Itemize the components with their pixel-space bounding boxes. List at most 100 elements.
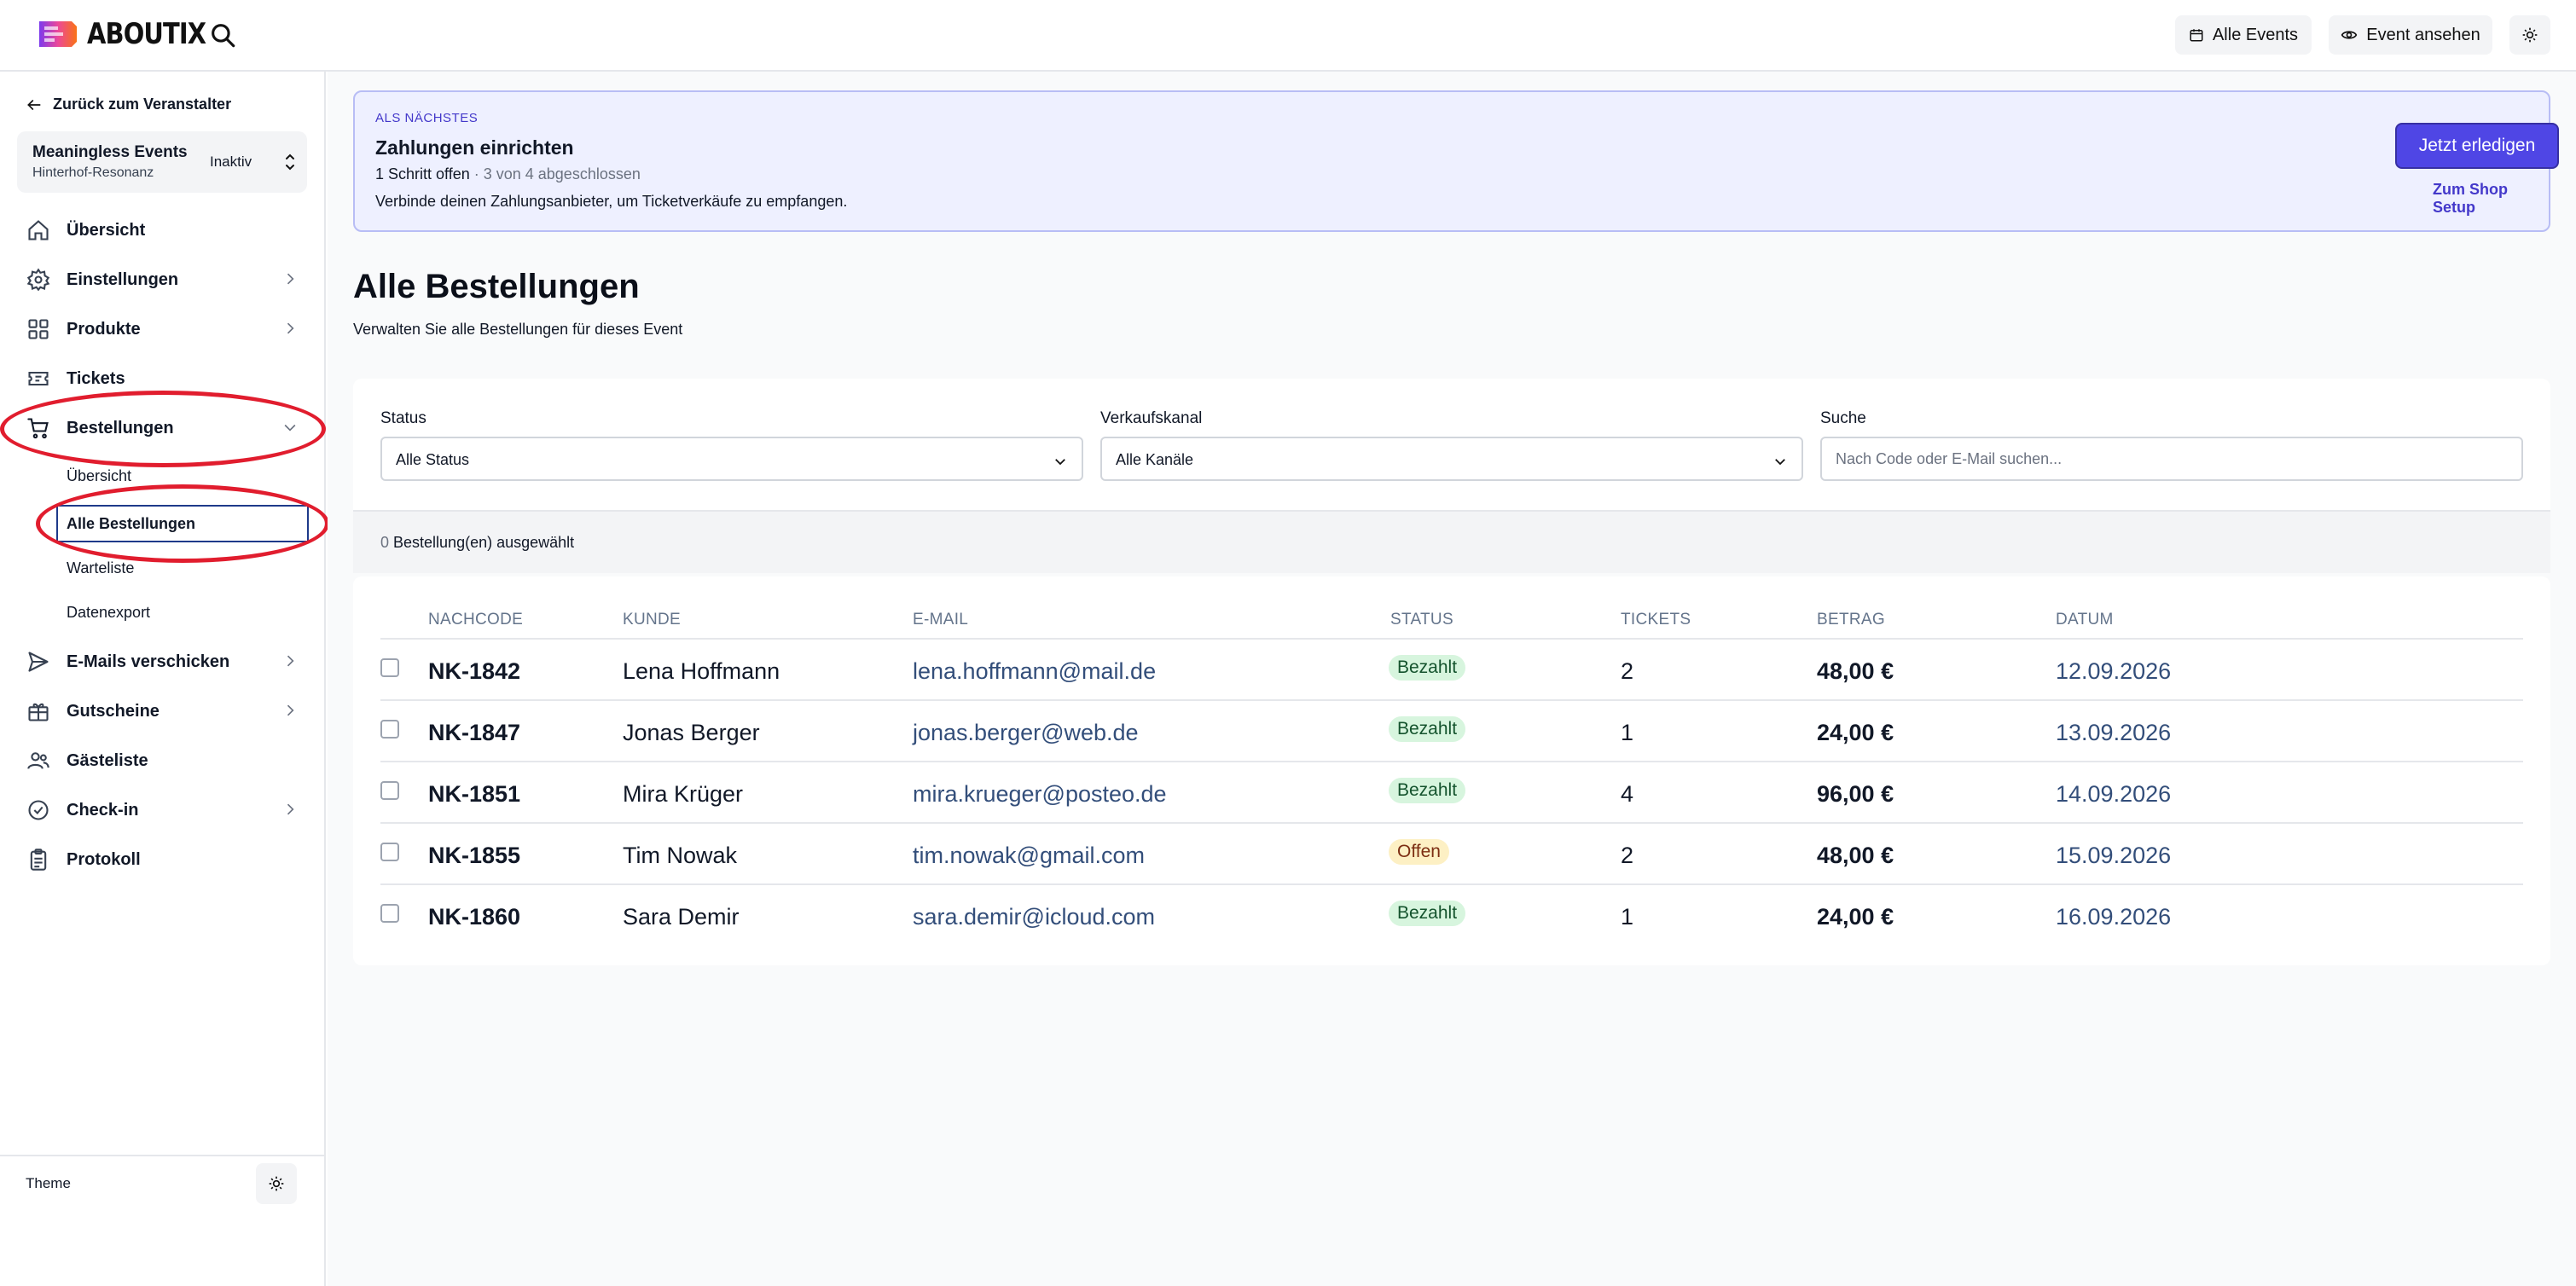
customer-email: sara.demir@icloud.com [913, 904, 1156, 930]
search-icon [212, 24, 235, 48]
chevron-right-icon [287, 273, 294, 285]
order-code[interactable]: NK-1847 [428, 720, 520, 746]
sidebar-item-settings[interactable]: Einstellungen [26, 261, 299, 298]
row-checkbox[interactable] [380, 904, 399, 923]
column-header-amount[interactable]: BETRAG [1817, 611, 1885, 629]
chevron-down-icon [1055, 459, 1065, 466]
search-filter-label: Suche [1820, 409, 1866, 427]
sidebar-item-label: Einstellungen [67, 269, 179, 289]
grid-icon [28, 319, 49, 339]
top-header: ABOUTIX Alle Events Event ansehen [0, 0, 2576, 72]
banner-progress-done: · 3 von 4 abgeschlossen [469, 165, 641, 182]
next-step-banner: ALS NÄCHSTES Zahlungen einrichten 1 Schr… [353, 90, 2559, 232]
highlight-ellipse-orders [0, 391, 326, 467]
table-row[interactable]: NK-1842 Lena Hoffmann lena.hoffmann@mail… [380, 640, 2523, 701]
customer-email: lena.hoffmann@mail.de [913, 658, 1157, 684]
chevron-right-icon [287, 655, 294, 667]
banner-description: Verbinde deinen Zahlungsanbieter, um Tic… [375, 193, 848, 210]
sidebar-item-label: Produkte [67, 319, 141, 339]
customer-email: jonas.berger@web.de [913, 720, 1139, 745]
event-status: Inaktiv [210, 154, 252, 170]
order-code[interactable]: NK-1842 [428, 658, 520, 685]
table-row[interactable]: NK-1847 Jonas Berger jonas.berger@web.de… [380, 701, 2523, 762]
page-subtitle: Verwalten Sie alle Bestellungen für dies… [353, 321, 683, 338]
channel-select[interactable]: Alle Kanäle [1100, 437, 1803, 481]
gear-icon [26, 268, 50, 292]
order-code[interactable]: NK-1855 [428, 843, 520, 869]
order-code[interactable]: NK-1860 [428, 904, 520, 930]
order-amount: 48,00 € [1817, 843, 1894, 868]
status-badge: Bezahlt [1389, 655, 1466, 681]
row-checkbox[interactable] [380, 720, 399, 739]
do-it-now-button[interactable]: Jetzt erledigen [2395, 123, 2559, 169]
column-header-tickets[interactable]: TICKETS [1621, 611, 1691, 629]
column-header-email[interactable]: E-MAIL [913, 611, 968, 629]
order-search-input[interactable] [1820, 437, 2523, 481]
search-button[interactable] [208, 20, 237, 49]
sidebar-item-overview[interactable]: Übersicht [26, 211, 299, 249]
view-event-button[interactable]: Event ansehen [2329, 15, 2492, 55]
order-amount: 24,00 € [1817, 720, 1894, 745]
sidebar-divider [0, 1155, 324, 1156]
order-amount: 24,00 € [1817, 904, 1894, 930]
banner-progress: 1 Schritt offen · 3 von 4 abgeschlossen [375, 165, 641, 183]
event-switcher[interactable]: Meaningless Events Hinterhof-Resonanz In… [17, 131, 307, 193]
ticket-count: 2 [1621, 658, 1634, 684]
selection-bar: 0 Bestellung(en) ausgewählt [353, 510, 2550, 573]
customer-name: Tim Nowak [623, 843, 738, 868]
sidebar-item-emails[interactable]: E-Mails verschicken [26, 643, 299, 681]
column-header-date[interactable]: DATUM [2056, 611, 2114, 629]
status-badge: Offen [1389, 839, 1449, 865]
sidebar-subitem-data-export[interactable]: Datenexport [67, 604, 150, 622]
banner-title: Zahlungen einrichten [375, 136, 574, 159]
ticket-count: 2 [1621, 843, 1634, 868]
table-row[interactable]: NK-1855 Tim Nowak tim.nowak@gmail.com Of… [380, 824, 2523, 885]
customer-name: Mira Krüger [623, 781, 744, 807]
column-header-customer[interactable]: KUNDE [623, 611, 681, 629]
gift-icon [28, 703, 49, 721]
logo-mark-icon [39, 21, 77, 47]
customer-email: tim.nowak@gmail.com [913, 843, 1145, 868]
sidebar-item-label: Tickets [67, 368, 125, 388]
status-badge: Bezahlt [1389, 716, 1466, 742]
row-checkbox[interactable] [380, 781, 399, 800]
order-date: 16.09.2026 [2056, 904, 2172, 930]
order-code[interactable]: NK-1851 [428, 781, 520, 808]
sidebar-item-guestlist[interactable]: Gästeliste [26, 742, 299, 779]
row-checkbox[interactable] [380, 843, 399, 861]
column-header-status[interactable]: STATUS [1390, 611, 1453, 629]
logo[interactable]: ABOUTIX [38, 17, 227, 51]
order-amount: 96,00 € [1817, 781, 1894, 807]
banner-kicker: ALS NÄCHSTES [375, 111, 479, 125]
selection-count: 0 [380, 534, 390, 551]
sidebar-item-checkin[interactable]: Check-in [26, 791, 299, 829]
sidebar-item-products[interactable]: Produkte [26, 310, 299, 348]
row-checkbox[interactable] [380, 658, 399, 677]
ticket-icon [28, 371, 49, 386]
sidebar-item-label: Übersicht [67, 220, 146, 240]
filter-card: Status Alle Status Verkaufskanal Alle Ka… [353, 379, 2550, 573]
sidebar-subitem-waitlist[interactable]: Warteliste [67, 559, 134, 577]
table-row[interactable]: NK-1860 Sara Demir sara.demir@icloud.com… [380, 885, 2523, 947]
sidebar-subitem-orders-overview[interactable]: Übersicht [67, 467, 131, 485]
sidebar-item-vouchers[interactable]: Gutscheine [26, 692, 299, 730]
shop-setup-link[interactable]: Zum Shop Setup [2433, 181, 2549, 217]
ticket-count: 1 [1621, 904, 1634, 930]
order-date: 15.09.2026 [2056, 843, 2172, 868]
sidebar-item-log[interactable]: Protokoll [26, 841, 299, 878]
sidebar: Zurück zum Veranstalter Meaningless Even… [0, 72, 329, 1286]
view-event-label: Event ansehen [2366, 25, 2480, 44]
order-date: 13.09.2026 [2056, 720, 2172, 745]
chevron-down-icon [1775, 459, 1785, 466]
logo-text: ABOUTIX [87, 17, 206, 51]
theme-toggle-button[interactable] [2509, 15, 2550, 55]
sidebar-item-label: Gästeliste [67, 750, 148, 770]
status-select[interactable]: Alle Status [380, 437, 1083, 481]
table-row[interactable]: NK-1851 Mira Krüger mira.krueger@posteo.… [380, 762, 2523, 824]
back-to-organizer-link[interactable]: Zurück zum Veranstalter [26, 96, 231, 113]
column-header-code[interactable]: NACHCODE [428, 611, 523, 629]
page-title: Alle Bestellungen [353, 268, 640, 305]
all-events-button[interactable]: Alle Events [2175, 15, 2312, 55]
channel-select-value: Alle Kanäle [1116, 451, 1194, 468]
sidebar-theme-toggle[interactable] [256, 1163, 297, 1204]
